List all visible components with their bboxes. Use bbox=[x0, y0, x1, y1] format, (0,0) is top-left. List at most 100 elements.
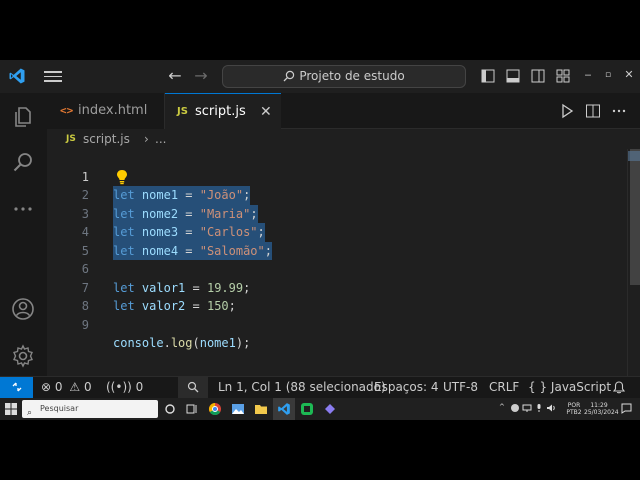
editor-scrollbar[interactable] bbox=[627, 149, 640, 376]
tab-index-html[interactable]: <> index.html bbox=[47, 93, 165, 129]
windows-start-icon[interactable] bbox=[5, 403, 17, 415]
lightbulb-icon[interactable] bbox=[116, 168, 128, 186]
toggle-primary-sidebar-icon[interactable] bbox=[481, 69, 495, 83]
notification-center-icon[interactable] bbox=[621, 403, 632, 414]
vscode-taskbar-button[interactable] bbox=[273, 398, 295, 420]
vscode-logo-icon bbox=[9, 68, 25, 84]
taskbar-search-placeholder: Pesquisar bbox=[40, 404, 79, 413]
code-line: 3 let nome3 = "Carlos"; bbox=[47, 186, 607, 242]
toggle-secondary-sidebar-icon[interactable] bbox=[531, 69, 545, 83]
breadcrumb: JS script.js › ... bbox=[47, 129, 640, 149]
ports-indicator[interactable]: ((•)) 0 bbox=[106, 377, 143, 398]
maximize-icon[interactable]: ▫ bbox=[601, 70, 615, 80]
back-arrow-icon[interactable]: ← bbox=[166, 66, 184, 85]
close-icon[interactable]: ✕ bbox=[622, 68, 636, 81]
error-icon: ⊗ bbox=[41, 380, 52, 394]
search-icon bbox=[283, 70, 295, 82]
account-icon[interactable] bbox=[11, 297, 35, 321]
ports-count: 0 bbox=[135, 380, 144, 394]
problems-indicator[interactable]: ⊗ 0 ⚠ 0 bbox=[41, 377, 92, 398]
file-explorer-icon[interactable] bbox=[254, 402, 268, 416]
windows-taskbar: ⌕ Pesquisar ^ POR PTB2 11:29 25/03/2024 bbox=[0, 398, 640, 420]
more-icon[interactable] bbox=[11, 197, 35, 221]
code-line: 9 console.log(nome1); bbox=[47, 297, 607, 351]
braces-icon: { } bbox=[528, 380, 548, 394]
code-line: 6 let valor1 = 19.99; bbox=[47, 242, 607, 295]
clock-date: 25/03/2024 bbox=[584, 409, 619, 416]
tab-label: index.html bbox=[78, 103, 148, 118]
code-editor[interactable]: 1 let nome1 = "João"; 2 let nome2 = "Mar… bbox=[47, 149, 627, 376]
editor-tabs: <> index.html JS script.js ✕ bbox=[47, 93, 640, 129]
code-line: 8 bbox=[47, 279, 607, 313]
tab-label: script.js bbox=[195, 104, 246, 119]
chrome-icon[interactable] bbox=[208, 402, 222, 416]
photos-app-icon[interactable] bbox=[231, 402, 245, 416]
command-center-search[interactable]: Projeto de estudo bbox=[222, 65, 466, 88]
volume-icon[interactable] bbox=[546, 403, 556, 413]
line-number: 9 bbox=[81, 317, 89, 332]
encoding[interactable]: UTF-8 bbox=[443, 377, 478, 398]
run-icon[interactable] bbox=[559, 103, 575, 119]
code-line: 1 let nome1 = "João"; bbox=[47, 149, 607, 205]
code-text: console.log(nome1); bbox=[113, 336, 251, 350]
language-mode[interactable]: { } JavaScript bbox=[528, 377, 611, 398]
more-actions-icon[interactable] bbox=[611, 103, 627, 119]
breadcrumb-file[interactable]: script.js bbox=[83, 129, 130, 149]
status-bar: ⊗ 0 ⚠ 0 ((•)) 0 Ln 1, Col 1 (88 selecion… bbox=[0, 376, 640, 398]
network-icon[interactable] bbox=[522, 403, 532, 413]
remote-icon bbox=[12, 382, 21, 392]
letterbox-bottom bbox=[0, 420, 640, 480]
forward-arrow-icon[interactable]: → bbox=[192, 66, 210, 85]
language-label: JavaScript bbox=[550, 380, 612, 394]
split-editor-icon[interactable] bbox=[585, 103, 601, 119]
letterbox-top bbox=[0, 0, 640, 60]
vscode-window: ← → Projeto de estudo ‒ ▫ ✕ <> index.htm… bbox=[0, 60, 640, 420]
tab-script-js[interactable]: JS script.js ✕ bbox=[165, 93, 281, 129]
warning-icon: ⚠ bbox=[69, 380, 81, 394]
app-purple-icon[interactable] bbox=[323, 402, 337, 416]
language-top: POR bbox=[567, 402, 581, 409]
breadcrumb-separator: › bbox=[144, 132, 149, 146]
code-line: 5 bbox=[47, 223, 607, 258]
activity-bar bbox=[0, 93, 47, 376]
language-bottom: PTB2 bbox=[566, 409, 582, 416]
indentation[interactable]: Espaços: 4 bbox=[374, 377, 439, 398]
cursor-position[interactable]: Ln 1, Col 1 (88 selecionado) bbox=[218, 377, 386, 398]
code-line: 4 let nome4 = "Salomão"; bbox=[47, 205, 607, 260]
search-text: Projeto de estudo bbox=[299, 69, 405, 83]
keyboard-language[interactable]: POR PTB2 bbox=[563, 402, 585, 416]
cortana-icon[interactable] bbox=[163, 402, 177, 416]
vscode-logo-icon bbox=[278, 403, 290, 415]
breadcrumb-more[interactable]: ... bbox=[155, 129, 166, 149]
js-file-icon: JS bbox=[66, 134, 76, 144]
tab-close-icon[interactable]: ✕ bbox=[260, 94, 272, 130]
toggle-panel-icon[interactable] bbox=[506, 69, 520, 83]
menu-icon[interactable] bbox=[44, 68, 62, 84]
files-icon[interactable] bbox=[11, 105, 35, 129]
clock-time: 11:29 bbox=[590, 402, 608, 409]
title-bar: ← → Projeto de estudo ‒ ▫ ✕ bbox=[0, 60, 640, 93]
microphone-icon[interactable] bbox=[534, 403, 544, 413]
warning-count: 0 bbox=[83, 380, 92, 394]
broadcast-icon: ((•)) bbox=[106, 380, 132, 394]
html-file-icon: <> bbox=[60, 104, 74, 117]
clock[interactable]: 11:29 25/03/2024 bbox=[584, 402, 619, 416]
notifications-bell-icon[interactable] bbox=[613, 381, 625, 394]
settings-gear-icon[interactable] bbox=[11, 344, 35, 368]
tray-app-icon[interactable] bbox=[510, 403, 520, 413]
end-of-line[interactable]: CRLF bbox=[489, 377, 519, 398]
scrollbar-thumb[interactable] bbox=[630, 149, 640, 285]
taskbar-search[interactable]: ⌕ Pesquisar bbox=[22, 400, 158, 418]
zoom-indicator[interactable] bbox=[178, 377, 208, 398]
minimize-icon[interactable]: ‒ bbox=[581, 68, 595, 81]
tray-chevron-icon[interactable]: ^ bbox=[499, 404, 505, 411]
search-icon[interactable] bbox=[11, 150, 35, 174]
customize-layout-icon[interactable] bbox=[556, 69, 570, 83]
remote-indicator[interactable] bbox=[0, 377, 33, 398]
error-count: 0 bbox=[54, 380, 63, 394]
app-green-icon[interactable] bbox=[300, 402, 314, 416]
code-line: 2 let nome2 = "Maria"; bbox=[47, 168, 607, 223]
code-line: 7 let valor2 = 150; bbox=[47, 260, 607, 314]
zoom-icon bbox=[187, 381, 199, 393]
task-view-icon[interactable] bbox=[185, 402, 199, 416]
